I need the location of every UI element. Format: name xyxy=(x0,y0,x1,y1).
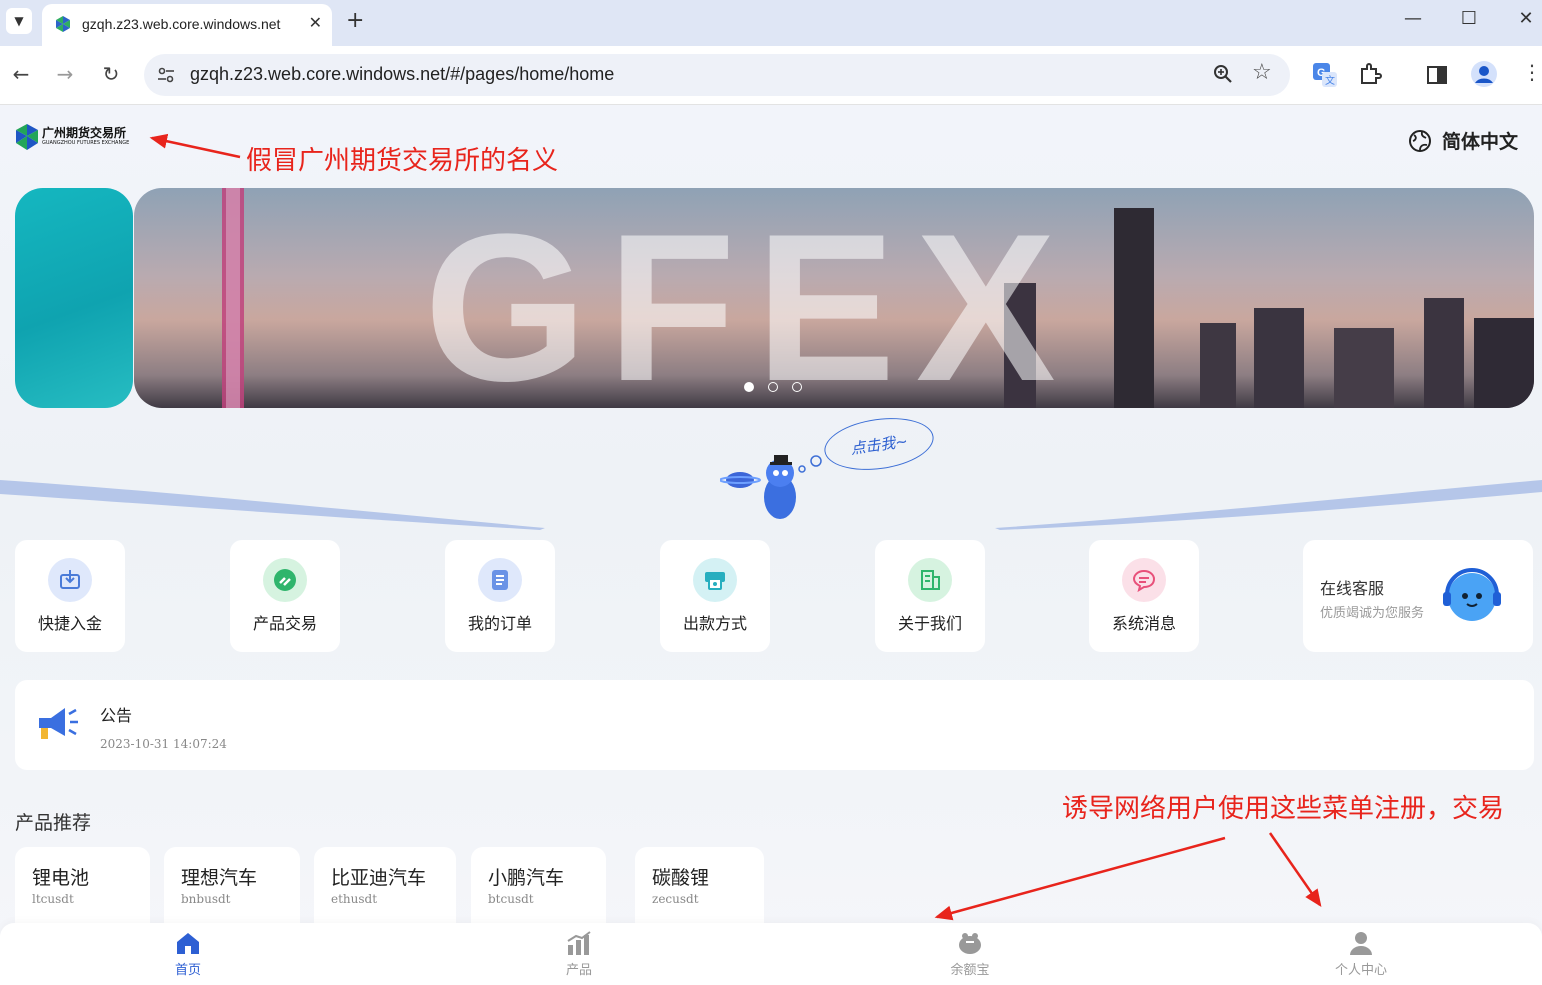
bookmark-star-icon[interactable]: ☆ xyxy=(1252,60,1272,85)
user-icon xyxy=(1350,932,1372,955)
logo-chinese-text: 广州期货交易所 xyxy=(42,126,127,140)
banner-carousel[interactable]: GFEX xyxy=(134,188,1534,408)
language-label: 简体中文 xyxy=(1441,131,1518,153)
service-title: 在线客服 xyxy=(1320,579,1385,598)
side-panel-icon[interactable] xyxy=(1426,64,1448,86)
back-icon[interactable]: ← xyxy=(8,62,34,86)
carousel-dots xyxy=(744,382,802,392)
carousel-dot[interactable] xyxy=(792,382,802,392)
close-window-icon[interactable]: ✕ xyxy=(1511,8,1541,29)
product-code: bnbusdt xyxy=(181,892,231,906)
address-bar[interactable]: gzqh.z23.web.core.windows.net/#/pages/ho… xyxy=(144,54,1290,96)
withdraw-icon xyxy=(693,558,737,602)
quick-deposit-button[interactable]: 快捷入金 xyxy=(15,540,125,652)
translate-icon[interactable]: G 文 xyxy=(1312,62,1338,88)
new-tab-button[interactable]: + xyxy=(346,8,364,33)
gfex-logo[interactable]: 广州期货交易所 GUANGZHOU FUTURES EXCHANGE xyxy=(14,123,132,153)
quick-menu-label: 出款方式 xyxy=(682,614,747,633)
nav-label: 余额宝 xyxy=(950,963,990,978)
nav-home[interactable]: 首页 xyxy=(128,929,248,978)
decorative-wave-right xyxy=(995,480,1542,530)
favicon-icon xyxy=(56,16,70,32)
nav-label: 产品 xyxy=(565,963,592,978)
withdraw-method-button[interactable]: 出款方式 xyxy=(660,540,770,652)
building-icon xyxy=(908,558,952,602)
browser-tab-bar: ▼ gzqh.z23.web.core.windows.net ✕ + — ☐ … xyxy=(0,0,1542,46)
banner-gfex-text: GFEX xyxy=(424,190,1076,409)
trade-icon xyxy=(263,558,307,602)
gfex-logo-mark-icon xyxy=(16,124,38,150)
browser-toolbar: ← → ↻ gzqh.z23.web.core.windows.net/#/pa… xyxy=(0,46,1542,105)
zoom-icon[interactable] xyxy=(1212,63,1234,85)
home-icon xyxy=(177,933,199,954)
nav-label: 个人中心 xyxy=(1334,963,1387,978)
quick-menu-label: 系统消息 xyxy=(1111,614,1176,633)
browser-tab[interactable]: gzqh.z23.web.core.windows.net ✕ xyxy=(42,4,332,46)
quick-menu-label: 我的订单 xyxy=(467,614,532,633)
product-name: 锂电池 xyxy=(32,867,90,889)
product-code: zecusdt xyxy=(652,892,699,906)
language-switch[interactable]: 简体中文 xyxy=(1408,127,1518,154)
more-menu-icon[interactable]: ⋮ xyxy=(1522,60,1542,84)
reload-icon[interactable]: ↻ xyxy=(98,62,124,86)
quick-menu-label: 产品交易 xyxy=(252,614,317,633)
speech-bubble[interactable]: 点击我~ xyxy=(821,411,937,477)
service-subtitle: 优质竭诚为您服务 xyxy=(1320,606,1425,621)
decorative-wave-left xyxy=(0,480,545,530)
online-service-card[interactable]: 在线客服 优质竭诚为您服务 xyxy=(1303,540,1533,652)
product-name: 理想汽车 xyxy=(181,867,258,889)
order-icon xyxy=(478,558,522,602)
web-page: 广州期货交易所 GUANGZHOU FUTURES EXCHANGE 假冒广州期… xyxy=(0,105,1542,985)
annotation-bottom: 诱导网络用户使用这些菜单注册，交易 xyxy=(1062,794,1505,824)
quick-menu-label: 快捷入金 xyxy=(37,614,102,633)
forward-icon[interactable]: → xyxy=(52,62,78,86)
minimize-icon[interactable]: — xyxy=(1398,8,1428,29)
message-icon xyxy=(1122,558,1166,602)
megaphone-icon xyxy=(39,708,78,739)
globe-icon xyxy=(1408,129,1431,152)
announcement-time: 2023-10-31 14:07:24 xyxy=(100,737,227,751)
deposit-icon xyxy=(48,558,92,602)
logo-english-text: GUANGZHOU FUTURES EXCHANGE xyxy=(42,140,130,146)
chevron-down-icon: ▼ xyxy=(14,14,24,28)
profile-icon[interactable] xyxy=(1470,60,1498,88)
extensions-icon[interactable] xyxy=(1358,62,1382,86)
nav-products[interactable]: 产品 xyxy=(519,929,639,978)
mascot-icon xyxy=(720,455,822,519)
service-mascot-icon xyxy=(1443,568,1501,621)
product-name: 比亚迪汽车 xyxy=(331,867,427,889)
quick-menu-label: 关于我们 xyxy=(897,614,962,633)
system-messages-button[interactable]: 系统消息 xyxy=(1089,540,1199,652)
annotation-top: 假冒广州期货交易所的名义 xyxy=(246,146,559,176)
svg-text:文: 文 xyxy=(1325,74,1335,87)
url-text[interactable]: gzqh.z23.web.core.windows.net/#/pages/ho… xyxy=(190,64,614,85)
my-orders-button[interactable]: 我的订单 xyxy=(445,540,555,652)
nav-personal-center[interactable]: 个人中心 xyxy=(1301,929,1421,978)
tab-close-icon[interactable]: ✕ xyxy=(309,13,322,32)
maximize-icon[interactable]: ☐ xyxy=(1454,8,1484,29)
tab-search-button[interactable]: ▼ xyxy=(6,8,32,34)
bubble-text: 点击我~ xyxy=(849,431,909,458)
bottom-navigation: 首页 产品 余额宝 个人中心 xyxy=(0,923,1542,985)
carousel-dot[interactable] xyxy=(744,382,754,392)
bar-chart-icon xyxy=(567,931,591,955)
product-code: ltcusdt xyxy=(32,892,74,906)
mascot-button[interactable]: 点击我~ xyxy=(720,411,940,525)
announcement-card[interactable]: 公告 2023-10-31 14:07:24 xyxy=(15,680,1534,770)
product-trade-button[interactable]: 产品交易 xyxy=(230,540,340,652)
about-us-button[interactable]: 关于我们 xyxy=(875,540,985,652)
product-code: btcusdt xyxy=(488,892,534,906)
nav-balance-treasure[interactable]: 余额宝 xyxy=(910,929,1030,978)
recommend-title: 产品推荐 xyxy=(15,812,92,834)
banner-slide-previous[interactable] xyxy=(15,188,133,408)
tab-title: gzqh.z23.web.core.windows.net xyxy=(82,16,281,32)
announcement-title: 公告 xyxy=(100,706,133,725)
product-name: 小鹏汽车 xyxy=(488,867,565,889)
site-info-icon[interactable] xyxy=(156,65,176,85)
piggy-bank-icon xyxy=(959,933,981,954)
carousel-dot[interactable] xyxy=(768,382,778,392)
product-name: 碳酸锂 xyxy=(652,867,710,889)
nav-label: 首页 xyxy=(174,963,201,978)
product-code: ethusdt xyxy=(331,892,378,906)
